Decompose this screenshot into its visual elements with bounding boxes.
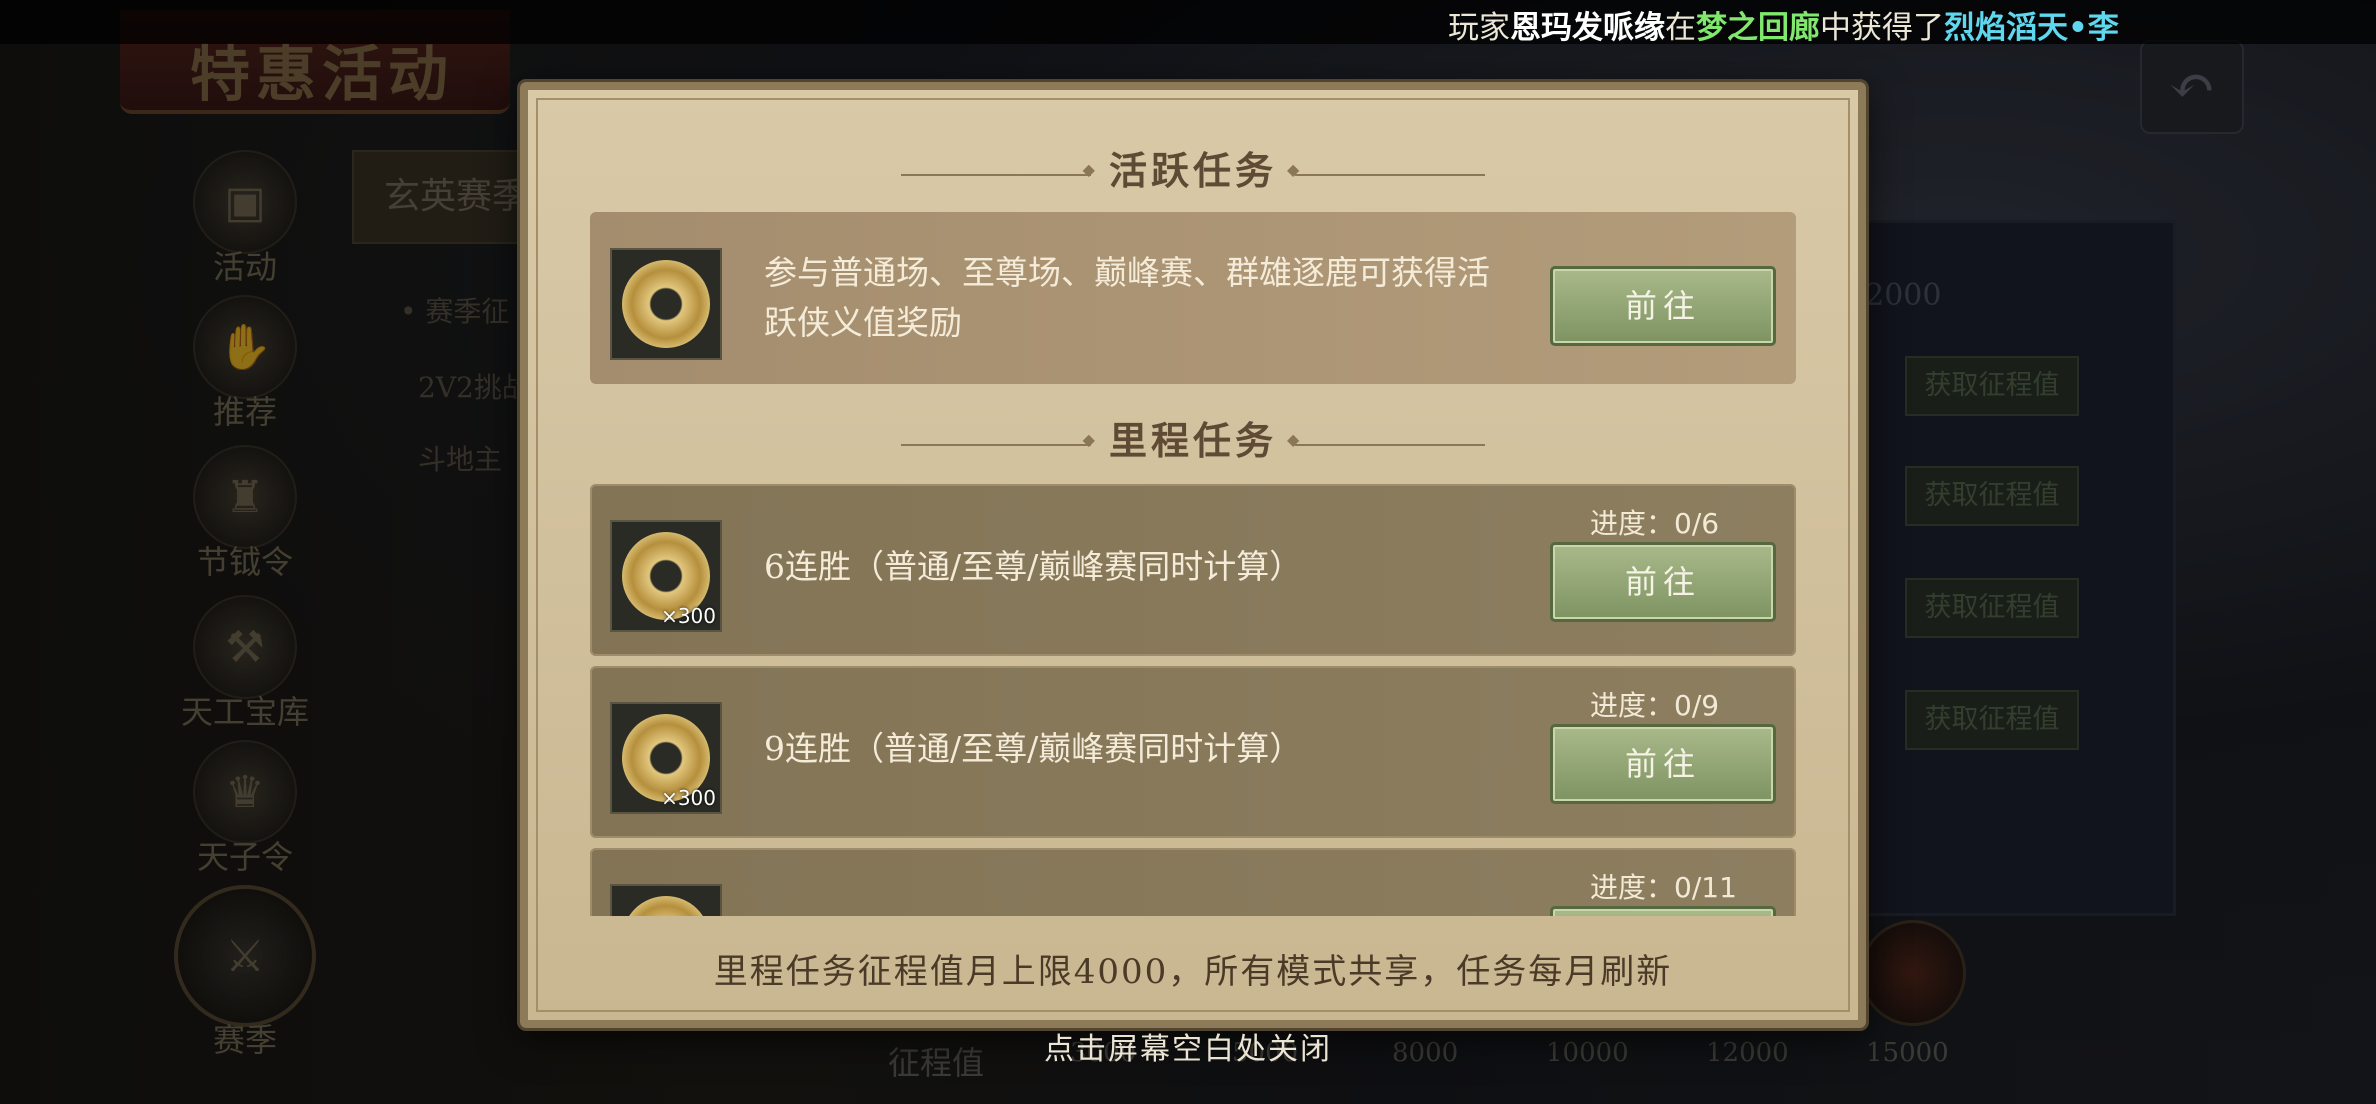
task-description: 参与普通场、至尊场、巅峰赛、群雄逐鹿可获得活跃侠义值奖励 [764, 253, 1490, 342]
divider [900, 160, 1099, 179]
reward-quantity: ×300 [661, 786, 716, 810]
close-hint: 点击屏幕空白处关闭 [1044, 1032, 1332, 1067]
active-task-row: 参与普通场、至尊场、巅峰赛、群雄逐鹿可获得活跃侠义值奖励 前往 [590, 212, 1796, 384]
progress-label: 进度： [1590, 871, 1675, 904]
divider [1287, 430, 1485, 449]
mileage-task-row: 进度：0/11 前往 [590, 848, 1796, 916]
modal-footer-note: 里程任务征程值月上限4000，所有模式共享，任务每月刷新 [713, 952, 1673, 992]
mileage-task-row: ×300 9连胜（普通/至尊/巅峰赛同时计算） 进度：0/9 前往 [590, 666, 1796, 838]
ticker-item: 烈焰滔天•李‍ [1944, 10, 2119, 46]
section-title-mileage: 里程任务 [528, 410, 1858, 465]
section-title-text: 活跃任务 [1108, 148, 1277, 193]
progress-value: 0/9 [1674, 689, 1720, 722]
reward-icon-box: ×300 [610, 520, 722, 632]
task-modal: 活跃任务 参与普通场、至尊场、巅峰赛、群雄逐鹿可获得活跃侠义值奖励 前往 里程任… [520, 82, 1866, 1028]
progress-value: 0/11 [1674, 871, 1737, 904]
task-list[interactable]: 活跃任务 参与普通场、至尊场、巅峰赛、群雄逐鹿可获得活跃侠义值奖励 前往 里程任… [528, 90, 1858, 916]
progress-label: 进度： [1590, 507, 1675, 540]
jade-coin-icon [622, 896, 710, 916]
reward-icon-box: ×300 [610, 702, 722, 814]
ticker-place: 梦之回廊 [1696, 10, 1820, 46]
ticker-mid: 中获得了 [1820, 10, 1944, 46]
ticker-prefix: 玩家 [1448, 10, 1510, 46]
go-button[interactable]: 前往 [1550, 906, 1776, 916]
task-progress: 进度：0/9 [1590, 684, 1719, 724]
progress-label: 进度： [1590, 689, 1675, 722]
reward-icon-box [610, 248, 722, 360]
reward-icon-box [610, 884, 722, 916]
jade-coin-icon [622, 260, 710, 348]
task-description: 6连胜（普通/至尊/巅峰赛同时计算） [764, 547, 1303, 586]
section-title-text: 里程任务 [1108, 418, 1277, 463]
ticker-text: 玩家恩玛发哌缘在梦之回廊中获得了烈焰滔天•李‍ [1448, 2, 2119, 47]
divider [1287, 160, 1485, 179]
task-description: 9连胜（普通/至尊/巅峰赛同时计算） [764, 729, 1303, 768]
section-title-active: 活跃任务 [528, 140, 1858, 195]
ticker-player: 恩玛发哌缘 [1510, 10, 1665, 46]
progress-value: 0/6 [1674, 507, 1720, 540]
go-button[interactable]: 前往 [1550, 724, 1776, 804]
go-button[interactable]: 前往 [1550, 542, 1776, 622]
ticker-mid: 在 [1665, 10, 1696, 46]
task-progress: 进度：0/6 [1590, 502, 1719, 542]
reward-quantity: ×300 [661, 604, 716, 628]
broadcast-ticker: 玩家恩玛发哌缘在梦之回廊中获得了烈焰滔天•李‍ [0, 0, 2376, 47]
mileage-task-row: ×300 6连胜（普通/至尊/巅峰赛同时计算） 进度：0/6 前往 [590, 484, 1796, 656]
go-button[interactable]: 前往 [1550, 266, 1776, 346]
divider [900, 430, 1099, 449]
task-progress: 进度：0/11 [1590, 866, 1737, 906]
